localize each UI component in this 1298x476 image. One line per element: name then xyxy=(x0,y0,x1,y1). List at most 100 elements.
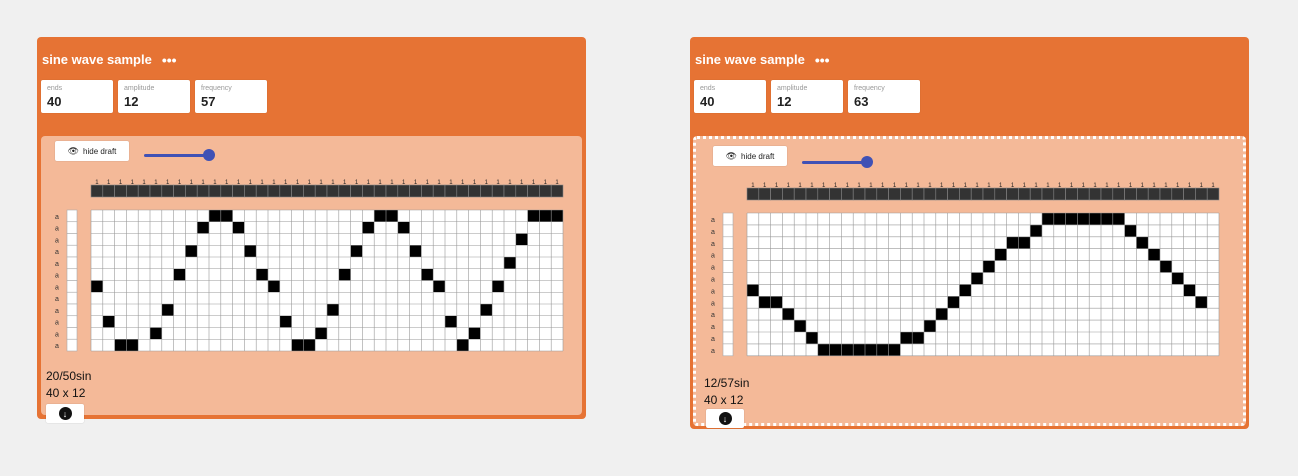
threading-cell xyxy=(90,184,104,198)
param-frequency[interactable]: frequency 57 xyxy=(195,80,267,113)
param-fields: ends 40 amplitude 12 frequency 57 xyxy=(41,80,267,113)
weft-label: a xyxy=(711,229,715,236)
threading-cell xyxy=(515,184,528,198)
weft-label: a xyxy=(55,226,59,233)
weft-label: a xyxy=(55,284,59,291)
treadling-cell xyxy=(66,327,78,340)
weft-label: a xyxy=(711,300,715,307)
weft-label: a xyxy=(711,312,715,319)
weave-draft[interactable]: 1111111111111111111111111111111111111111… xyxy=(693,136,1246,426)
param-ends[interactable]: ends 40 xyxy=(694,80,766,113)
drawdown-cell-filled xyxy=(983,260,995,273)
drawdown-cell-filled xyxy=(876,343,889,356)
drawdown-cell-filled xyxy=(994,248,1007,261)
drawdown-cell-filled xyxy=(1124,224,1137,237)
threading-cell xyxy=(1171,187,1184,201)
weft-label: a xyxy=(711,336,715,343)
threading-cell xyxy=(1195,187,1208,201)
param-amplitude[interactable]: amplitude 12 xyxy=(771,80,843,113)
threading-cell xyxy=(409,184,422,198)
drawdown-cell-filled xyxy=(197,221,209,234)
threading-cell xyxy=(338,184,351,198)
treadling-cell xyxy=(722,212,734,226)
draft-caption-size: 40 x 12 xyxy=(704,393,744,407)
weft-label: a xyxy=(55,273,59,280)
drawdown-cell-filled xyxy=(244,245,257,257)
drawdown-cell-filled xyxy=(102,315,115,328)
param-value[interactable]: 40 xyxy=(700,94,714,109)
threading-cell xyxy=(852,187,866,201)
drawdown-cell-filled xyxy=(806,332,818,344)
treadling-cell xyxy=(722,236,734,250)
threading-cell xyxy=(114,184,127,198)
param-amplitude[interactable]: amplitude 12 xyxy=(118,80,190,113)
treadling-cell xyxy=(66,291,78,305)
drawdown-cell-filled xyxy=(853,343,865,356)
threading-cell xyxy=(1206,187,1220,201)
drawdown-cell-filled xyxy=(1077,213,1090,225)
drawdown-cell-filled xyxy=(209,210,221,222)
threading-cell xyxy=(279,184,292,198)
threading-cell xyxy=(1136,187,1149,201)
weft-label: a xyxy=(55,237,59,244)
drawdown-cell-filled xyxy=(912,332,924,344)
draft-caption: 12/57sin 40 x 12 xyxy=(704,375,749,409)
drawdown-cell-filled xyxy=(1112,213,1125,225)
param-label: frequency xyxy=(854,85,885,92)
threading-cell xyxy=(137,184,151,198)
threading-cell xyxy=(208,184,222,198)
drawdown-cell-filled xyxy=(397,221,410,234)
threading-cell xyxy=(173,184,186,198)
weave-draft[interactable]: 1111111111111111111111111111111111111111… xyxy=(41,136,582,415)
threading-cell xyxy=(1029,187,1043,201)
drawdown-cell-filled xyxy=(1006,236,1019,249)
threading-cell xyxy=(421,184,434,198)
threading-cell xyxy=(817,187,830,201)
drawdown-cell-filled xyxy=(374,210,386,222)
threading-cell xyxy=(291,184,304,198)
param-value[interactable]: 57 xyxy=(201,94,215,109)
drawdown-cell-filled xyxy=(303,339,316,351)
threading-cell xyxy=(303,184,316,198)
drawdown-cell-filled xyxy=(456,339,469,351)
param-ends[interactable]: ends 40 xyxy=(41,80,113,113)
drawdown-cell-filled xyxy=(279,315,292,328)
drawdown-cell-filled xyxy=(315,327,327,340)
download-button[interactable]: ↓ xyxy=(46,404,84,423)
drawdown-cell-filled xyxy=(421,268,434,281)
threading-cell xyxy=(1183,187,1196,201)
card-title: sine wave sample ••• xyxy=(695,52,830,67)
drawdown-cell-filled xyxy=(1042,213,1054,225)
drawdown-cell-filled xyxy=(900,332,913,344)
weft-label: a xyxy=(711,217,715,224)
treadling-cell xyxy=(722,272,734,285)
param-value[interactable]: 12 xyxy=(777,94,791,109)
threading-cell xyxy=(491,184,505,198)
param-value[interactable]: 40 xyxy=(47,94,61,109)
drawdown-cell-filled xyxy=(161,304,174,316)
more-menu-icon[interactable]: ••• xyxy=(815,53,830,67)
more-menu-icon[interactable]: ••• xyxy=(162,53,177,67)
download-icon: ↓ xyxy=(58,407,72,420)
threading-cell xyxy=(444,184,458,198)
drawdown-cell-filled xyxy=(747,284,759,297)
drawdown-cell-filled xyxy=(935,308,948,321)
param-value[interactable]: 12 xyxy=(124,94,138,109)
threading-cell xyxy=(255,184,269,198)
drawdown-cell-filled xyxy=(173,268,186,281)
drawdown-cell-filled xyxy=(829,343,842,356)
threading-cell xyxy=(1041,187,1055,201)
drawdown-cell-filled xyxy=(1136,236,1149,249)
drawdown-cell-filled xyxy=(338,268,351,281)
weft-label: a xyxy=(55,308,59,315)
download-icon: ↓ xyxy=(718,412,732,425)
threading-cell xyxy=(503,184,517,198)
threading-cell xyxy=(758,187,771,201)
weft-label: a xyxy=(711,276,715,283)
param-frequency[interactable]: frequency 63 xyxy=(848,80,920,113)
weft-label: a xyxy=(55,296,59,303)
threading-cell xyxy=(793,187,807,201)
download-button[interactable]: ↓ xyxy=(706,409,744,428)
param-value[interactable]: 63 xyxy=(854,94,868,109)
card-title: sine wave sample ••• xyxy=(42,52,177,67)
